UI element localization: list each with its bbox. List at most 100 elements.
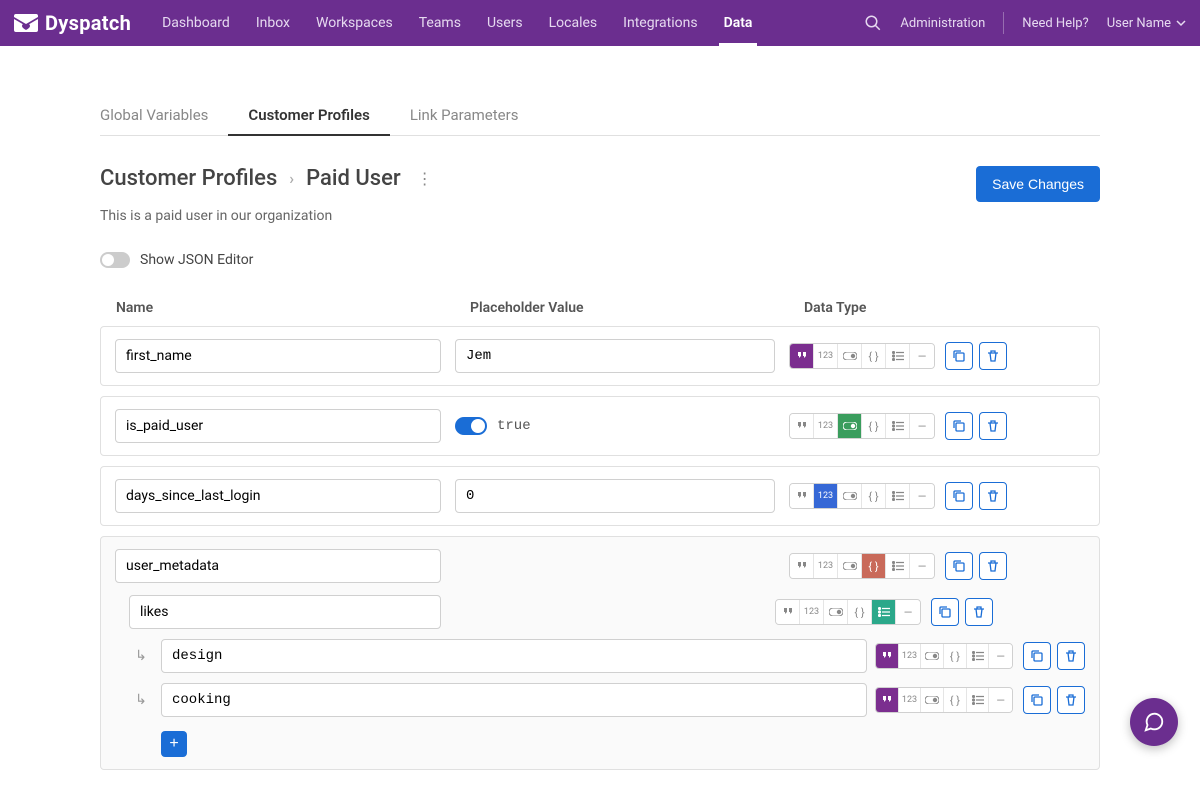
type-string[interactable]	[790, 484, 814, 508]
type-list[interactable]	[967, 688, 990, 712]
type-null[interactable]: —	[910, 414, 934, 438]
brand-logo[interactable]: Dyspatch	[14, 11, 131, 35]
type-number[interactable]: 123	[814, 414, 838, 438]
delete-button[interactable]	[1057, 686, 1085, 714]
more-menu-icon[interactable]: ⋮	[413, 169, 437, 188]
delete-button[interactable]	[1057, 642, 1085, 670]
field-value-input[interactable]	[455, 479, 775, 513]
field-name-input[interactable]	[115, 549, 441, 583]
type-null[interactable]: —	[910, 554, 934, 578]
delete-button[interactable]	[979, 552, 1007, 580]
delete-button[interactable]	[979, 412, 1007, 440]
save-changes-button[interactable]: Save Changes	[976, 166, 1100, 202]
nav-teams[interactable]: Teams	[406, 0, 474, 46]
duplicate-button[interactable]	[1023, 686, 1051, 714]
duplicate-button[interactable]	[945, 552, 973, 580]
type-selector: 123 { } —	[775, 599, 921, 625]
add-list-item-button[interactable]: +	[161, 731, 187, 757]
field-value-input[interactable]	[455, 339, 775, 373]
duplicate-button[interactable]	[945, 412, 973, 440]
administration-link[interactable]: Administration	[900, 16, 985, 31]
type-object[interactable]: { }	[848, 600, 872, 624]
nav-inbox[interactable]: Inbox	[243, 0, 303, 46]
type-bool[interactable]	[824, 600, 848, 624]
type-string[interactable]	[876, 644, 899, 668]
type-selector: 123 { } —	[789, 413, 935, 439]
type-string[interactable]	[876, 688, 899, 712]
nav-dashboard[interactable]: Dashboard	[149, 0, 243, 46]
type-list[interactable]	[886, 344, 910, 368]
type-null[interactable]: —	[989, 644, 1012, 668]
type-number[interactable]: 123	[814, 344, 838, 368]
type-list[interactable]	[886, 414, 910, 438]
type-number[interactable]: 123	[899, 688, 922, 712]
list-item-value-input[interactable]	[161, 683, 867, 717]
json-editor-toggle[interactable]	[100, 252, 130, 268]
type-null[interactable]: —	[910, 484, 934, 508]
type-list[interactable]	[886, 554, 910, 578]
breadcrumb: Customer Profiles › Paid User ⋮	[100, 166, 437, 191]
bool-switch[interactable]	[455, 417, 487, 435]
type-bool[interactable]	[838, 344, 862, 368]
type-list[interactable]	[886, 484, 910, 508]
list-item-row: ↳ 123 { } —	[129, 639, 1085, 673]
type-bool[interactable]	[838, 554, 862, 578]
type-list[interactable]	[967, 644, 990, 668]
help-fab-button[interactable]	[1130, 698, 1178, 746]
type-null[interactable]: —	[910, 344, 934, 368]
type-number[interactable]: 123	[814, 484, 838, 508]
type-string[interactable]	[790, 554, 814, 578]
type-selector: 123 { } —	[875, 687, 1013, 713]
field-name-input[interactable]	[115, 339, 441, 373]
field-name-input[interactable]	[115, 409, 441, 443]
type-object[interactable]: { }	[862, 554, 886, 578]
type-object[interactable]: { }	[862, 484, 886, 508]
type-object[interactable]: { }	[944, 644, 967, 668]
field-name-input[interactable]	[129, 595, 441, 629]
type-bool[interactable]	[838, 484, 862, 508]
duplicate-button[interactable]	[945, 482, 973, 510]
type-list[interactable]	[872, 600, 896, 624]
type-object[interactable]: { }	[862, 344, 886, 368]
type-string[interactable]	[790, 414, 814, 438]
type-bool[interactable]	[838, 414, 862, 438]
list-item-row: ↳ 123 { } —	[129, 683, 1085, 717]
type-object[interactable]: { }	[944, 688, 967, 712]
tab-customer-profiles[interactable]: Customer Profiles	[228, 96, 389, 136]
nav-data[interactable]: Data	[711, 0, 766, 46]
user-menu[interactable]: User Name	[1107, 16, 1186, 31]
delete-button[interactable]	[965, 598, 993, 626]
delete-button[interactable]	[979, 342, 1007, 370]
type-string[interactable]	[776, 600, 800, 624]
type-number[interactable]: 123	[800, 600, 824, 624]
nav-locales[interactable]: Locales	[536, 0, 611, 46]
bool-label: true	[497, 418, 531, 434]
duplicate-button[interactable]	[945, 342, 973, 370]
type-bool[interactable]	[921, 688, 944, 712]
tab-global-variables[interactable]: Global Variables	[100, 96, 228, 135]
list-item-value-input[interactable]	[161, 639, 867, 673]
type-bool[interactable]	[921, 644, 944, 668]
search-icon[interactable]	[864, 14, 882, 32]
type-null[interactable]: —	[989, 688, 1012, 712]
delete-button[interactable]	[979, 482, 1007, 510]
breadcrumb-root[interactable]: Customer Profiles	[100, 166, 277, 191]
sub-tabs: Global Variables Customer Profiles Link …	[100, 96, 1100, 136]
field-row-object: 123 { } —	[100, 536, 1100, 770]
json-editor-toggle-label: Show JSON Editor	[140, 252, 253, 268]
type-number[interactable]: 123	[814, 554, 838, 578]
type-object[interactable]: { }	[862, 414, 886, 438]
field-name-input[interactable]	[115, 479, 441, 513]
duplicate-button[interactable]	[931, 598, 959, 626]
breadcrumb-leaf: Paid User	[306, 166, 401, 191]
nav-users[interactable]: Users	[474, 0, 536, 46]
type-null[interactable]: —	[896, 600, 920, 624]
duplicate-button[interactable]	[1023, 642, 1051, 670]
nav-integrations[interactable]: Integrations	[610, 0, 710, 46]
need-help-link[interactable]: Need Help?	[1022, 16, 1088, 31]
nav-workspaces[interactable]: Workspaces	[303, 0, 406, 46]
main-nav: Dashboard Inbox Workspaces Teams Users L…	[149, 0, 765, 46]
type-number[interactable]: 123	[899, 644, 922, 668]
tab-link-parameters[interactable]: Link Parameters	[390, 96, 539, 135]
type-string[interactable]	[790, 344, 814, 368]
